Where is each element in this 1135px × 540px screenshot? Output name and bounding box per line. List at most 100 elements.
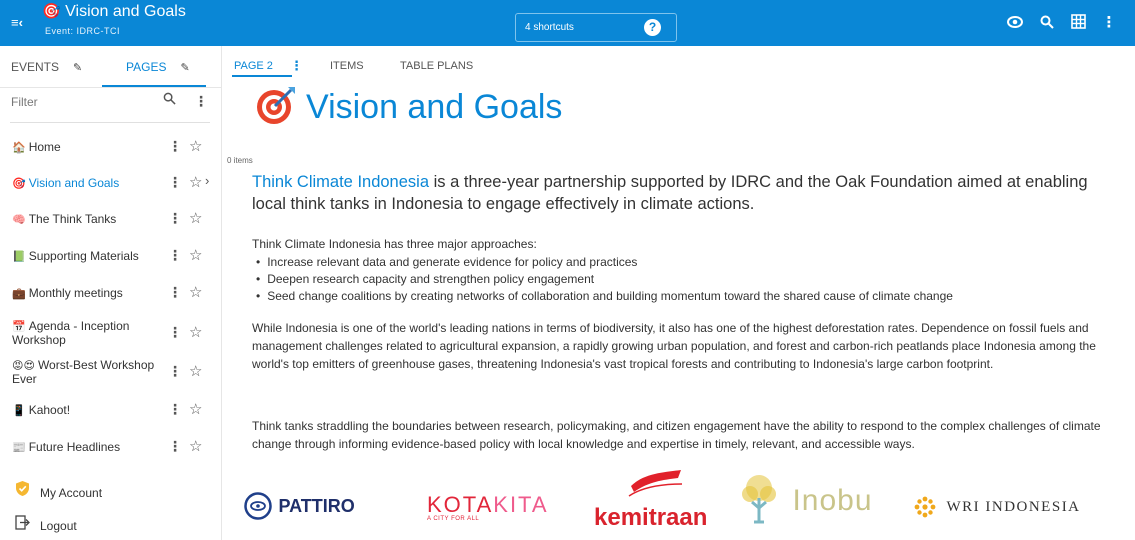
more-vertical-icon[interactable]: ⋮ (168, 324, 182, 341)
sidebar-item-future-headlines[interactable]: 📰 Future Headlines ⋮ ☆ (0, 430, 222, 464)
star-icon[interactable]: ☆ (189, 362, 202, 380)
more-vertical-icon[interactable]: ⋮ (168, 284, 182, 301)
eye-icon[interactable] (1004, 13, 1026, 33)
star-icon[interactable]: ☆ (189, 323, 202, 341)
sidebar-item-label: 📰 Future Headlines (12, 440, 121, 455)
sidebar-item-label: 😡😍 Worst-Best Workshop Ever (12, 358, 155, 386)
target-icon (257, 87, 295, 124)
tab-events-label: EVENTS (11, 60, 60, 74)
sidebar-item-label: 💼 Monthly meetings (12, 286, 123, 301)
logout-link[interactable]: Logout (12, 515, 77, 533)
more-vertical-icon[interactable]: ⋮ (194, 93, 208, 110)
list-item: Deepen research capacity and strengthen … (256, 271, 1116, 288)
edit-icon[interactable]: ✎ (73, 62, 82, 74)
help-icon[interactable]: ? (644, 19, 661, 36)
calendar-icon: 📅 (12, 321, 26, 333)
partner-logos: PATTIRO KOTAKITA A CITY FOR ALL kemitraa… (222, 464, 1135, 540)
my-account-link[interactable]: My Account (12, 480, 102, 500)
intro-lead: Think Climate Indonesia (252, 173, 430, 191)
logo-inobu: Inobu (730, 472, 873, 530)
more-vertical-icon[interactable]: ⋮ (168, 138, 182, 155)
app-title-text: Vision and Goals (65, 3, 186, 20)
shield-icon (12, 480, 32, 500)
approaches-list: Increase relevant data and generate evid… (256, 254, 1116, 305)
sidebar-item-monthly-meetings[interactable]: 💼 Monthly meetings ⋮ ☆ (0, 276, 222, 310)
more-vertical-icon[interactable]: ⋮ (168, 363, 182, 380)
top-bar: ≡‹ 🎯 Vision and Goals Event: IDRC-TCI 4 … (0, 0, 1135, 46)
search-icon[interactable] (163, 92, 176, 108)
sidebar-item-agenda-inception-workshop[interactable]: 📅 Agenda - Inception Workshop ⋮ ☆ (0, 316, 222, 350)
tab-pages[interactable]: PAGES ✎ (126, 60, 190, 74)
active-tab-indicator (102, 85, 206, 87)
logo-pattiro: PATTIRO (244, 492, 355, 520)
sidebar-item-worst-best-workshop[interactable]: 😡😍 Worst-Best Workshop Ever ⋮ ☆ (0, 355, 222, 389)
star-icon[interactable]: ☆ (189, 246, 202, 264)
list-item: Increase relevant data and generate evid… (256, 254, 1116, 271)
approaches-title: Think Climate Indonesia has three major … (252, 237, 537, 251)
brain-icon: 🧠 (12, 214, 26, 226)
list-item: Seed change coalitions by creating netwo… (256, 288, 1116, 305)
logout-icon (12, 515, 32, 533)
more-vertical-icon[interactable]: ⋮ (168, 210, 182, 227)
target-icon: 🎯 (12, 178, 26, 190)
briefcase-icon: 💼 (12, 288, 26, 300)
star-icon[interactable]: ☆ (189, 137, 202, 155)
sidebar-item-the-think-tanks[interactable]: 🧠 The Think Tanks ⋮ ☆ (0, 202, 222, 236)
more-vertical-icon[interactable]: ⋮ (168, 401, 182, 418)
sidebar-item-label: 🎯 Vision and Goals (12, 176, 120, 191)
tab-page-2[interactable]: PAGE 2 (234, 60, 273, 72)
page-title: Vision and Goals (255, 84, 562, 127)
star-icon[interactable]: ☆ (189, 209, 202, 227)
more-vertical-icon[interactable]: ⋮ (168, 174, 182, 191)
sidebar-item-label: 📱 Kahoot! (12, 403, 71, 418)
items-count: 0 items (227, 156, 253, 165)
menu-collapse-icon[interactable]: ≡‹ (11, 16, 23, 30)
page-title-text: Vision and Goals (306, 88, 563, 126)
search-icon[interactable] (1036, 13, 1058, 33)
sidebar-item-label: 📅 Agenda - Inception Workshop (12, 319, 130, 347)
intro-text: Think Climate Indonesia is a three-year … (252, 171, 1092, 215)
logo-wri-indonesia: WRI INDONESIA (914, 496, 1081, 518)
tab-events[interactable]: EVENTS ✎ (11, 60, 82, 74)
sidebar-item-label: 🏠 Home (12, 140, 61, 155)
more-vertical-icon[interactable]: ⋮ (168, 247, 182, 264)
left-panel: EVENTS ✎ PAGES ✎ Filter ⋮ 🏠 Home ⋮ ☆ 🎯 Visio… (0, 46, 222, 540)
logout-label: Logout (40, 519, 77, 533)
star-icon[interactable]: ☆ (189, 400, 202, 418)
more-vertical-icon[interactable]: ⋮ (168, 438, 182, 455)
logo-kemitraan: kemitraan (594, 468, 718, 540)
content-tabs: PAGE 2 ⋮ ITEMS TABLE PLANS (222, 46, 1135, 78)
sidebar-item-vision-and-goals[interactable]: 🎯 Vision and Goals ⋮ ☆ › (0, 166, 222, 200)
edit-icon[interactable]: ✎ (180, 62, 189, 74)
logo-kotakita: KOTAKITA A CITY FOR ALL (427, 492, 549, 523)
shortcuts-field[interactable]: 4 shortcuts ? (515, 13, 677, 42)
paragraph-think-tanks: Think tanks straddling the boundaries be… (252, 419, 1101, 451)
sidebar-item-kahoot[interactable]: 📱 Kahoot! ⋮ ☆ (0, 393, 222, 427)
app-title: 🎯 Vision and Goals (42, 2, 186, 22)
sidebar-item-supporting-materials[interactable]: 📗 Supporting Materials ⋮ ☆ (0, 239, 222, 273)
star-icon[interactable]: ☆ (189, 173, 202, 191)
star-icon[interactable]: ☆ (189, 437, 202, 455)
more-vertical-icon[interactable]: ⋮ (290, 58, 303, 74)
grid-icon[interactable] (1067, 13, 1089, 33)
tab-table-plans[interactable]: TABLE PLANS (400, 60, 473, 72)
target-icon: 🎯 (42, 3, 61, 20)
divider (10, 122, 210, 123)
paragraph-biodiversity: While Indonesia is one of the world's le… (252, 321, 1096, 371)
active-tab-indicator (232, 75, 292, 77)
book-icon: 📗 (12, 251, 26, 263)
shortcuts-label: 4 shortcuts (525, 22, 574, 33)
star-icon[interactable]: ☆ (189, 283, 202, 301)
emoji-faces-icon: 😡😍 (12, 360, 35, 372)
tab-items[interactable]: ITEMS (330, 60, 364, 72)
phone-icon: 📱 (12, 405, 26, 417)
sidebar-item-home[interactable]: 🏠 Home ⋮ ☆ (0, 130, 222, 164)
my-account-label: My Account (40, 486, 103, 500)
event-label: Event: IDRC-TCI (45, 26, 121, 36)
chevron-right-icon[interactable]: › (205, 173, 209, 188)
divider (0, 87, 222, 88)
house-icon: 🏠 (12, 142, 26, 154)
filter-input[interactable]: Filter (11, 95, 38, 109)
more-vertical-icon[interactable]: ⋮ (1101, 13, 1117, 33)
sidebar-item-label: 📗 Supporting Materials (12, 249, 139, 264)
